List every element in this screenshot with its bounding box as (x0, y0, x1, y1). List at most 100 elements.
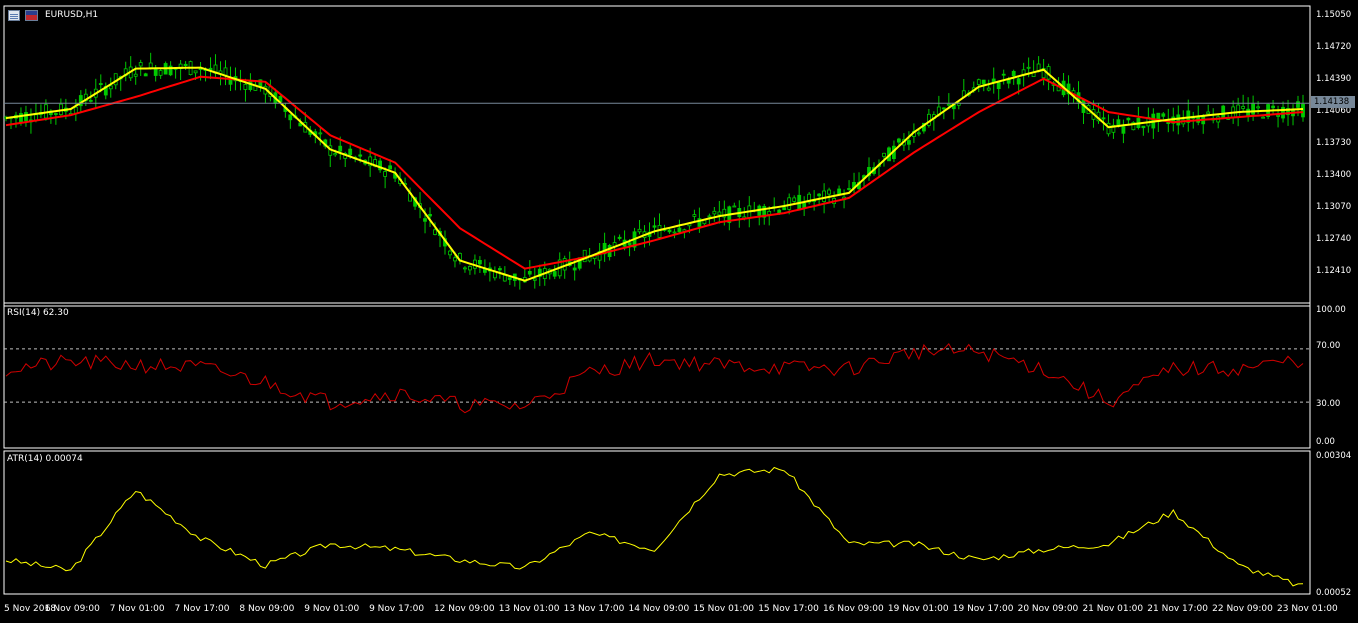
candle-body (627, 242, 632, 246)
candle-body (817, 193, 821, 197)
candle-body (448, 250, 452, 256)
candle-body (1101, 117, 1106, 120)
candle-body (433, 229, 437, 235)
candle-body (976, 79, 981, 85)
candle-body (582, 249, 587, 263)
candle-body (657, 224, 662, 238)
eu-us-flag-icon (25, 10, 38, 21)
candle-body (777, 209, 782, 214)
candle-body (1106, 122, 1111, 135)
candle-body (193, 70, 198, 74)
candle-body (348, 148, 353, 156)
candle-body (652, 225, 657, 228)
time-tick: 22 Nov 09:00 (1212, 604, 1273, 614)
candle-body (986, 87, 991, 91)
candle-body (138, 62, 143, 67)
candle-body (837, 188, 841, 195)
candle-body (243, 84, 248, 90)
price-tick: 1.15050 (1316, 10, 1352, 20)
candle-body (941, 107, 946, 110)
time-tick: 7 Nov 17:00 (174, 604, 230, 614)
price-tick: 1.13730 (1316, 138, 1352, 148)
candle-body (707, 215, 712, 218)
price-tick: 1.14390 (1316, 74, 1352, 84)
candle-body (24, 112, 28, 122)
time-tick: 15 Nov 17:00 (758, 604, 819, 614)
time-tick: 7 Nov 01:00 (109, 604, 165, 614)
atr-title: ATR(14) 0.00074 (7, 454, 83, 464)
candle-body (358, 154, 363, 157)
chart-panel-frame (3, 302, 1311, 449)
candle-body (692, 214, 697, 217)
candle-body (787, 197, 792, 210)
candle-body (44, 104, 48, 119)
time-tick: 14 Nov 09:00 (628, 604, 690, 614)
candle-body (428, 213, 432, 217)
chart-canvas[interactable] (0, 0, 1358, 623)
candle-body (672, 231, 677, 234)
fast-moving-average-line (5, 66, 1304, 282)
candle-body (822, 190, 826, 203)
price-tick: 1.12410 (1316, 266, 1352, 276)
price-tick: 1.13070 (1316, 202, 1352, 212)
candle-body (34, 114, 38, 121)
symbol-title: EURUSD,H1 (45, 10, 99, 20)
price-tick: 1.13400 (1316, 170, 1352, 180)
time-tick: 21 Nov 01:00 (1082, 604, 1144, 614)
candle-body (677, 227, 682, 233)
candle-body (732, 205, 737, 208)
rsi-tick: 70.00 (1316, 341, 1341, 351)
candle-body (1271, 105, 1275, 109)
candle-body (527, 270, 532, 275)
candle-body (1251, 103, 1255, 115)
time-tick: 19 Nov 01:00 (887, 604, 949, 614)
candle-body (383, 171, 388, 177)
candle-body (1236, 104, 1241, 118)
price-tick: 1.14720 (1316, 42, 1352, 52)
price-tick: 1.12740 (1316, 234, 1352, 244)
candle-body (1241, 106, 1245, 109)
candle-body (1221, 105, 1226, 118)
time-tick: 23 Nov 01:00 (1277, 604, 1338, 614)
candle-body (897, 138, 901, 143)
atr-tick: 0.00052 (1316, 588, 1352, 598)
candle-body (1141, 125, 1146, 129)
rsi-tick: 100.00 (1316, 305, 1346, 315)
time-tick: 13 Nov 17:00 (563, 604, 625, 614)
time-tick: 19 Nov 17:00 (952, 604, 1014, 614)
candle-body (153, 68, 158, 76)
candle-body (462, 267, 467, 270)
candle-body (88, 100, 93, 102)
candle-body (113, 73, 118, 86)
candle-body (847, 188, 851, 190)
candle-body (507, 277, 512, 280)
time-tick: 9 Nov 01:00 (304, 604, 360, 614)
candle-body (148, 62, 153, 69)
candle-body (1016, 78, 1021, 85)
candle-body (1126, 117, 1131, 121)
chart-panel-frame (3, 5, 1311, 307)
time-tick: 20 Nov 09:00 (1017, 604, 1079, 614)
candle-body (996, 82, 1001, 89)
candle-body (1276, 115, 1280, 117)
time-tick: 9 Nov 17:00 (369, 604, 425, 614)
candle-body (946, 103, 951, 106)
time-tick: 13 Nov 01:00 (498, 604, 560, 614)
candle-body (333, 153, 338, 156)
candle-body (617, 236, 622, 239)
candle-body (907, 140, 911, 145)
candle-body (782, 207, 787, 211)
time-tick: 12 Nov 09:00 (433, 604, 495, 614)
candle-body (1176, 114, 1181, 126)
candle-body (288, 114, 293, 121)
time-tick: 8 Nov 09:00 (239, 604, 295, 614)
chart-panel-frame (3, 450, 1311, 595)
candle-body (1011, 71, 1016, 77)
candle-body (712, 210, 717, 215)
rsi-tick: 0.00 (1316, 437, 1335, 447)
candle-body (882, 152, 886, 157)
candle-body (1246, 108, 1250, 117)
candle-body (133, 73, 138, 77)
candle-body (827, 189, 831, 195)
atr-line (5, 466, 1304, 587)
